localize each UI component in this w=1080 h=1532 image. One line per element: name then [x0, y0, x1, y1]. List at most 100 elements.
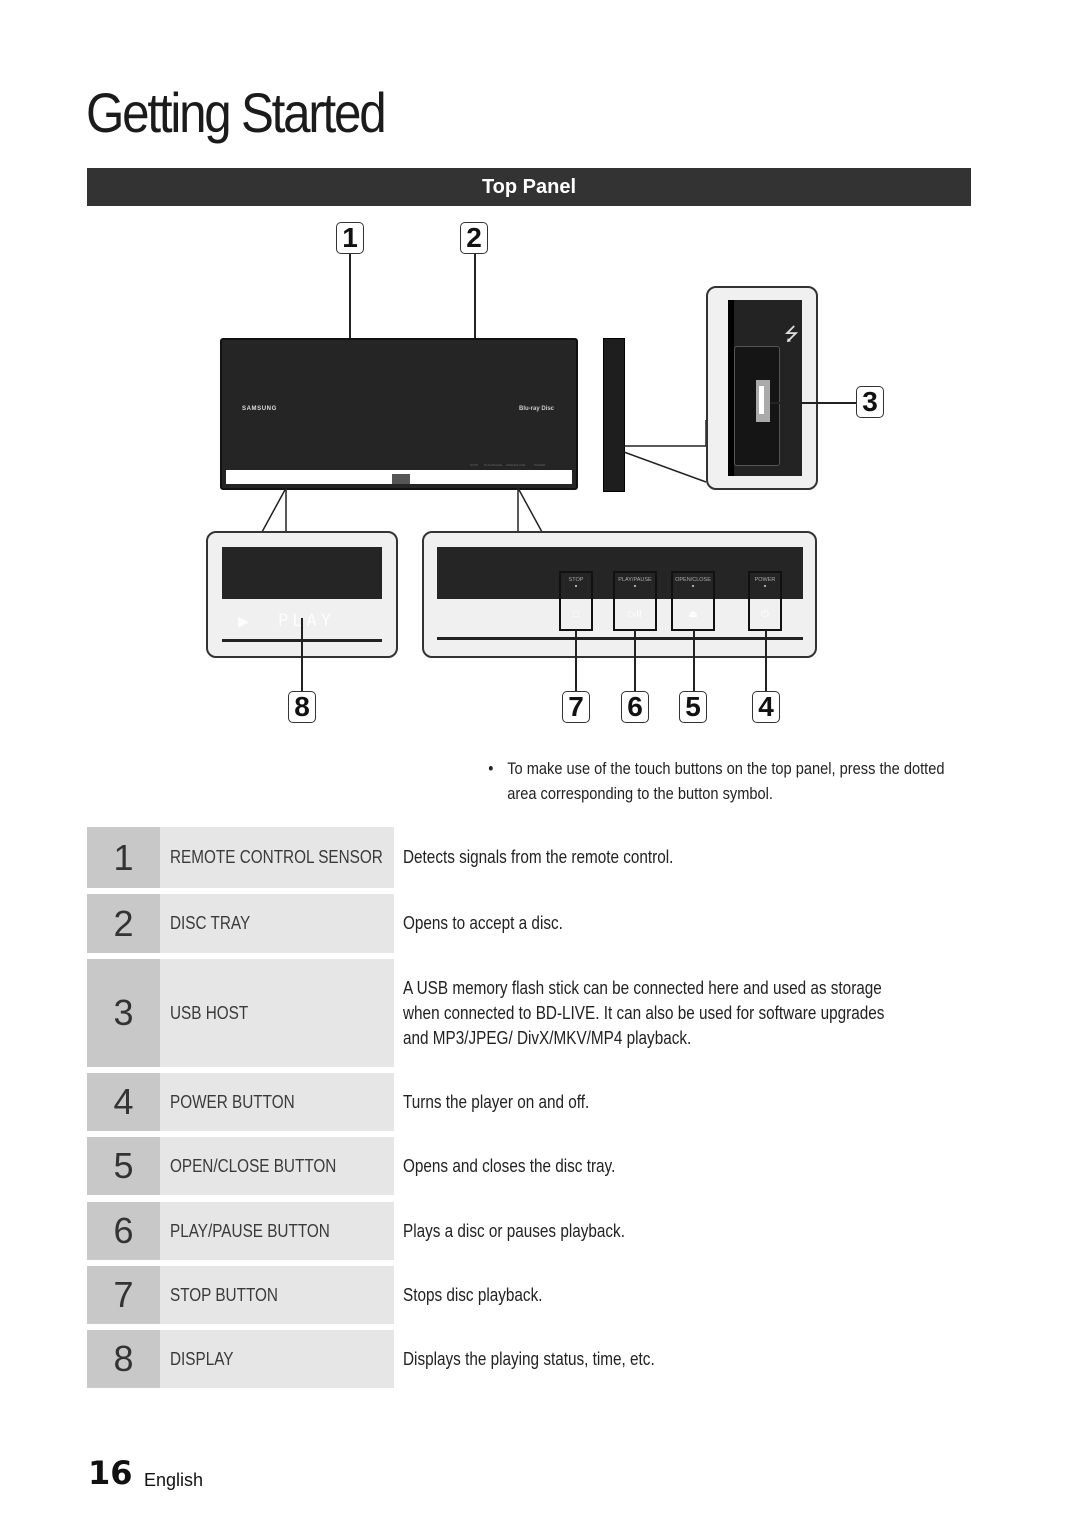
row-number: 2 — [87, 894, 160, 953]
table-row: 2 DISC TRAY Opens to accept a disc. — [87, 894, 967, 953]
indicator-dot — [692, 585, 694, 587]
row-desc-cell: Stops disc playback. — [403, 1266, 1003, 1324]
callout-6: 6 — [621, 691, 649, 723]
zoom-connectors — [261, 488, 543, 533]
row-desc: Turns the player on and off. — [403, 1091, 590, 1112]
player-top-view: SAMSUNG Blu-ray Disc STOP PLAY/PAUSE OPE… — [220, 338, 578, 490]
row-desc: Plays a disc or pauses playback. — [403, 1220, 625, 1241]
row-number: 3 — [87, 959, 160, 1067]
leader-line-7 — [575, 630, 577, 692]
table-row: 8 DISPLAY Displays the playing status, t… — [87, 1330, 967, 1388]
power-touch-button: POWER ⏻ — [748, 571, 782, 631]
row-desc-cell: Plays a disc or pauses playback. — [403, 1202, 1003, 1260]
table-row: 7 STOP BUTTON Stops disc playback. — [87, 1266, 967, 1324]
play-pause-label: PLAY/PAUSE — [618, 577, 652, 583]
row-desc-cell: A USB memory flash stick can be connecte… — [403, 959, 1003, 1067]
row-name-cell: DISPLAY — [160, 1330, 394, 1388]
power-icon: ⏻ — [761, 609, 769, 620]
row-desc-cell: Displays the playing status, time, etc. — [403, 1330, 1003, 1388]
callout-7: 7 — [562, 691, 590, 723]
indicator-dot — [575, 585, 577, 587]
samsung-logo: SAMSUNG — [242, 406, 277, 412]
row-number: 1 — [87, 827, 160, 888]
row-name-cell: OPEN/CLOSE BUTTON — [160, 1137, 394, 1195]
usb-port — [756, 380, 770, 422]
touch-buttons-zoom: STOP □ PLAY/PAUSE ▷II OPEN/CLOSE ⏏ POWER… — [422, 531, 817, 658]
row-name-cell: PLAY/PAUSE BUTTON — [160, 1202, 394, 1260]
play-pause-touch-button: PLAY/PAUSE ▷II — [613, 571, 657, 631]
panel-label-play: PLAY/PAUSE — [484, 463, 503, 467]
indicator-dot — [634, 585, 636, 587]
callout-2: 2 — [460, 222, 488, 254]
callout-1: 1 — [336, 222, 364, 254]
row-desc-cell: Detects signals from the remote control. — [403, 827, 1003, 888]
row-number: 7 — [87, 1266, 160, 1324]
row-number: 8 — [87, 1330, 160, 1388]
row-name-cell: DISC TRAY — [160, 894, 394, 953]
front-tab — [392, 474, 410, 484]
row-name: OPEN/CLOSE BUTTON — [170, 1155, 337, 1176]
row-name-cell: POWER BUTTON — [160, 1073, 394, 1131]
callout-3: 3 — [856, 386, 884, 418]
leader-line-5 — [693, 630, 695, 692]
usb-port-zoom: ⭍ — [706, 286, 818, 490]
open-close-touch-button: OPEN/CLOSE ⏏ — [671, 571, 715, 631]
section-title: Top Panel — [481, 175, 577, 198]
table-row: 3 USB HOST A USB memory flash stick can … — [87, 959, 967, 1067]
row-name-cell: REMOTE CONTROL SENSOR — [160, 827, 394, 888]
row-desc-cell: Turns the player on and off. — [403, 1073, 1003, 1131]
row-name: STOP BUTTON — [170, 1284, 278, 1305]
stop-touch-button: STOP □ — [559, 571, 593, 631]
row-desc: Opens to accept a disc. — [403, 913, 563, 933]
usb-icon: ⭍ — [784, 324, 799, 344]
note-text: To make use of the touch buttons on the … — [507, 759, 945, 803]
row-name: DISPLAY — [170, 1348, 234, 1369]
usb-port-contact — [759, 386, 764, 414]
row-name: DISC TRAY — [170, 913, 251, 933]
play-indicator-icon: ▶ — [238, 613, 249, 629]
leader-line-4 — [765, 630, 767, 692]
row-desc: Stops disc playback. — [403, 1284, 543, 1305]
table-row: 5 OPEN/CLOSE BUTTON Opens and closes the… — [87, 1137, 967, 1195]
page-number: 16 — [88, 1454, 133, 1492]
row-name: PLAY/PAUSE BUTTON — [170, 1220, 330, 1241]
indicator-dot — [764, 585, 766, 587]
panel-label-stop: STOP — [470, 463, 479, 467]
page-title: Getting Started — [86, 81, 387, 144]
table-row: 6 PLAY/PAUSE BUTTON Plays a disc or paus… — [87, 1202, 967, 1260]
section-header: Top Panel — [87, 168, 971, 206]
row-number: 4 — [87, 1073, 160, 1131]
row-name-cell: STOP BUTTON — [160, 1266, 394, 1324]
row-desc: Displays the playing status, time, etc. — [403, 1348, 655, 1369]
stop-label: STOP — [568, 577, 584, 583]
page-language: English — [144, 1470, 204, 1490]
play-pause-icon: ▷II — [628, 609, 642, 620]
table-row: 1 REMOTE CONTROL SENSOR Detects signals … — [87, 827, 967, 888]
row-desc: Detects signals from the remote control. — [403, 847, 674, 867]
display-screen — [222, 547, 382, 599]
bluray-logo: Blu-ray Disc — [518, 406, 554, 412]
row-desc-cell: Opens to accept a disc. — [403, 894, 1003, 953]
button-bar — [437, 637, 803, 640]
leader-line-3 — [770, 402, 856, 404]
leader-line-6 — [634, 630, 636, 692]
row-number: 5 — [87, 1137, 160, 1195]
leader-line-8 — [301, 618, 303, 692]
panel-label-open: OPEN/CLOSE — [506, 463, 526, 467]
bullet: • — [488, 759, 494, 778]
power-label: POWER — [754, 577, 776, 583]
display-text: PLAY — [278, 611, 335, 631]
panel-label-power: POWER — [534, 463, 546, 467]
stop-icon: □ — [572, 609, 580, 620]
row-name: REMOTE CONTROL SENSOR — [170, 847, 383, 867]
eject-icon: ⏏ — [688, 609, 698, 620]
row-name-cell: USB HOST — [160, 959, 394, 1067]
usage-note: • To make use of the touch buttons on th… — [488, 756, 944, 806]
open-close-label: OPEN/CLOSE — [675, 577, 711, 583]
callout-5: 5 — [679, 691, 707, 723]
table-row: 4 POWER BUTTON Turns the player on and o… — [87, 1073, 967, 1131]
row-number: 6 — [87, 1202, 160, 1260]
row-name: USB HOST — [170, 1002, 249, 1023]
callout-8: 8 — [288, 691, 316, 723]
row-desc: A USB memory flash stick can be connecte… — [403, 977, 885, 1048]
